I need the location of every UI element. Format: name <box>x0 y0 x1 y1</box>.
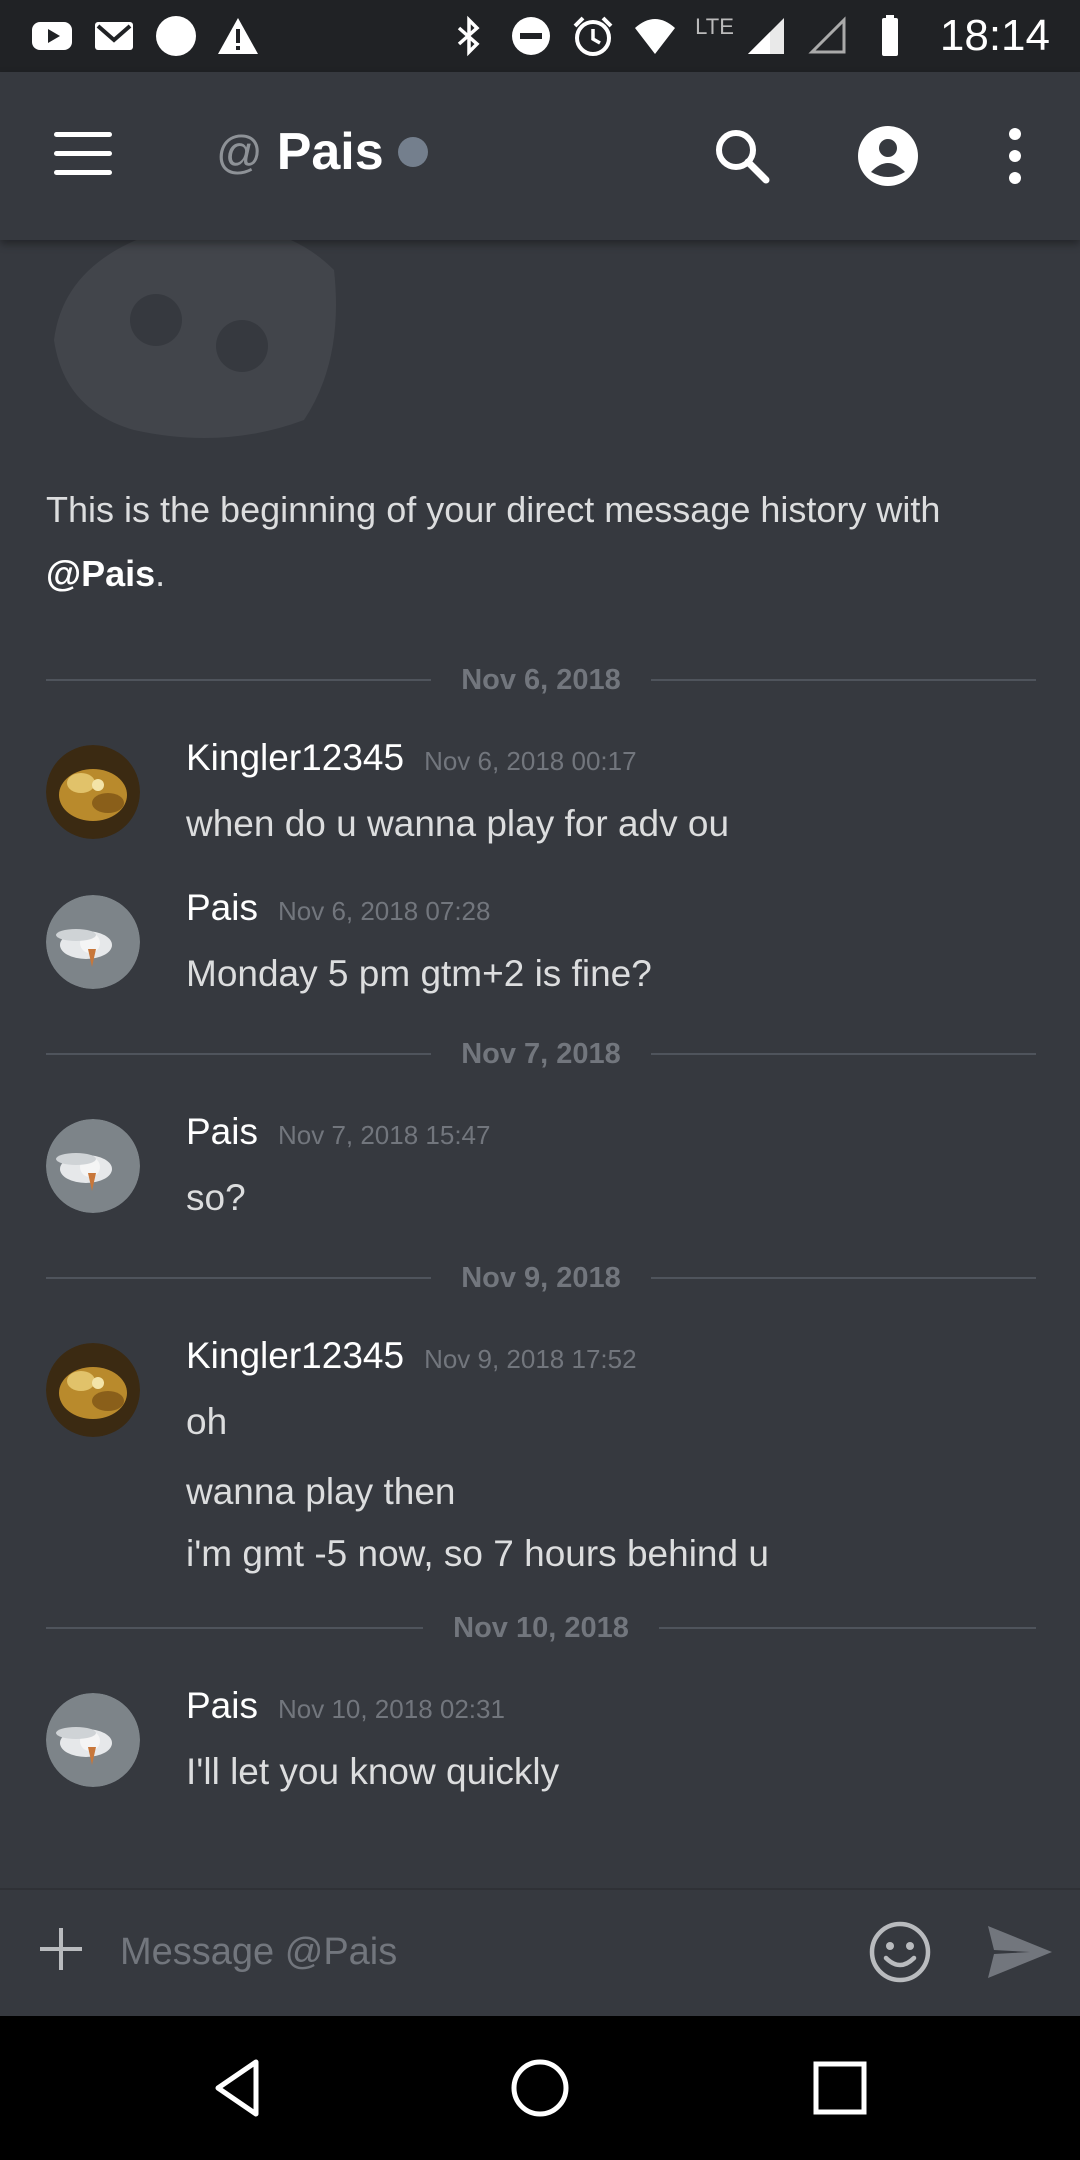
message-text: oh <box>186 1401 228 1442</box>
channel-name: Pais <box>276 123 384 181</box>
status-right-icons: LTE 18:14 <box>447 11 1050 61</box>
message-author[interactable]: Kingler12345 <box>186 737 404 779</box>
message-timestamp: Nov 10, 2018 02:31 <box>277 1694 505 1724</box>
avatar[interactable] <box>46 745 140 839</box>
message-text: Monday 5 pm gtm+2 is fine? <box>186 953 652 994</box>
alarm-icon <box>573 16 613 56</box>
home-icon[interactable] <box>508 2056 572 2120</box>
avatar[interactable] <box>46 1119 140 1213</box>
avatar[interactable] <box>46 1343 140 1437</box>
signal-icon <box>747 18 784 54</box>
message-text: when do u wanna play for adv ou <box>186 803 730 844</box>
page-title: @ Pais <box>216 122 428 182</box>
mention[interactable]: @Pais <box>46 553 155 594</box>
message-author[interactable]: Pais <box>186 1111 258 1153</box>
avatar[interactable] <box>46 895 140 989</box>
message-text: i'm gmt -5 now, so 7 hours behind u <box>186 1533 769 1574</box>
status-bar: LTE 18:14 <box>0 0 1080 72</box>
do-not-disturb-icon <box>512 17 551 55</box>
status-time: 18:14 <box>939 11 1050 60</box>
recents-icon[interactable] <box>808 2056 872 2120</box>
message-text: so? <box>186 1177 246 1218</box>
message-timestamp: Nov 9, 2018 17:52 <box>424 1344 637 1374</box>
hamburger-icon <box>54 132 112 137</box>
message-author[interactable]: Pais <box>186 1685 258 1727</box>
message-composer <box>0 1888 1080 2016</box>
date-divider: Nov 9, 2018 <box>46 1258 1037 1298</box>
date-divider: Nov 6, 2018 <box>46 660 1037 700</box>
message-text: I'll let you know quickly <box>186 1751 560 1792</box>
message-timestamp: Nov 7, 2018 15:47 <box>277 1120 491 1150</box>
message-timestamp: Nov 6, 2018 07:28 <box>277 896 491 926</box>
add-attachment-icon[interactable] <box>38 1926 84 1972</box>
message-input[interactable] <box>120 1920 820 1984</box>
presence-dot <box>397 137 428 167</box>
profile-icon[interactable] <box>856 124 920 188</box>
avatar[interactable] <box>46 1693 140 1787</box>
message-text: wanna play then <box>186 1471 456 1512</box>
wifi-icon <box>635 19 676 54</box>
status-left-icons <box>30 14 260 58</box>
circle-notification-icon <box>156 16 196 56</box>
bluetooth-icon <box>458 15 480 57</box>
gmail-icon <box>95 22 133 50</box>
system-nav-bar <box>0 2016 1080 2160</box>
menu-button[interactable] <box>54 132 112 180</box>
send-icon[interactable] <box>986 1924 1054 1980</box>
message-timestamp: Nov 6, 2018 00:17 <box>424 746 637 776</box>
emoji-icon[interactable] <box>868 1920 932 1984</box>
message-author[interactable]: Pais <box>186 887 258 929</box>
date-divider: Nov 10, 2018 <box>46 1608 1037 1648</box>
more-options-icon[interactable] <box>1000 124 1030 188</box>
back-icon[interactable] <box>208 2056 272 2120</box>
warning-icon <box>218 18 258 54</box>
youtube-icon <box>32 22 72 50</box>
message-author[interactable]: Kingler12345 <box>186 1335 404 1377</box>
search-icon[interactable] <box>710 124 774 188</box>
network-type-label: LTE <box>695 14 734 39</box>
date-divider: Nov 7, 2018 <box>46 1034 1037 1074</box>
battery-icon <box>881 15 898 56</box>
dm-history-intro: This is the beginning of your direct mes… <box>46 489 941 594</box>
discord-logo-icon <box>54 240 336 438</box>
signal-empty-icon <box>808 16 846 54</box>
chat-area[interactable]: This is the beginning of your direct mes… <box>0 240 1080 1890</box>
app-bar: @ Pais <box>0 72 1080 240</box>
at-sign: @ <box>216 126 263 178</box>
